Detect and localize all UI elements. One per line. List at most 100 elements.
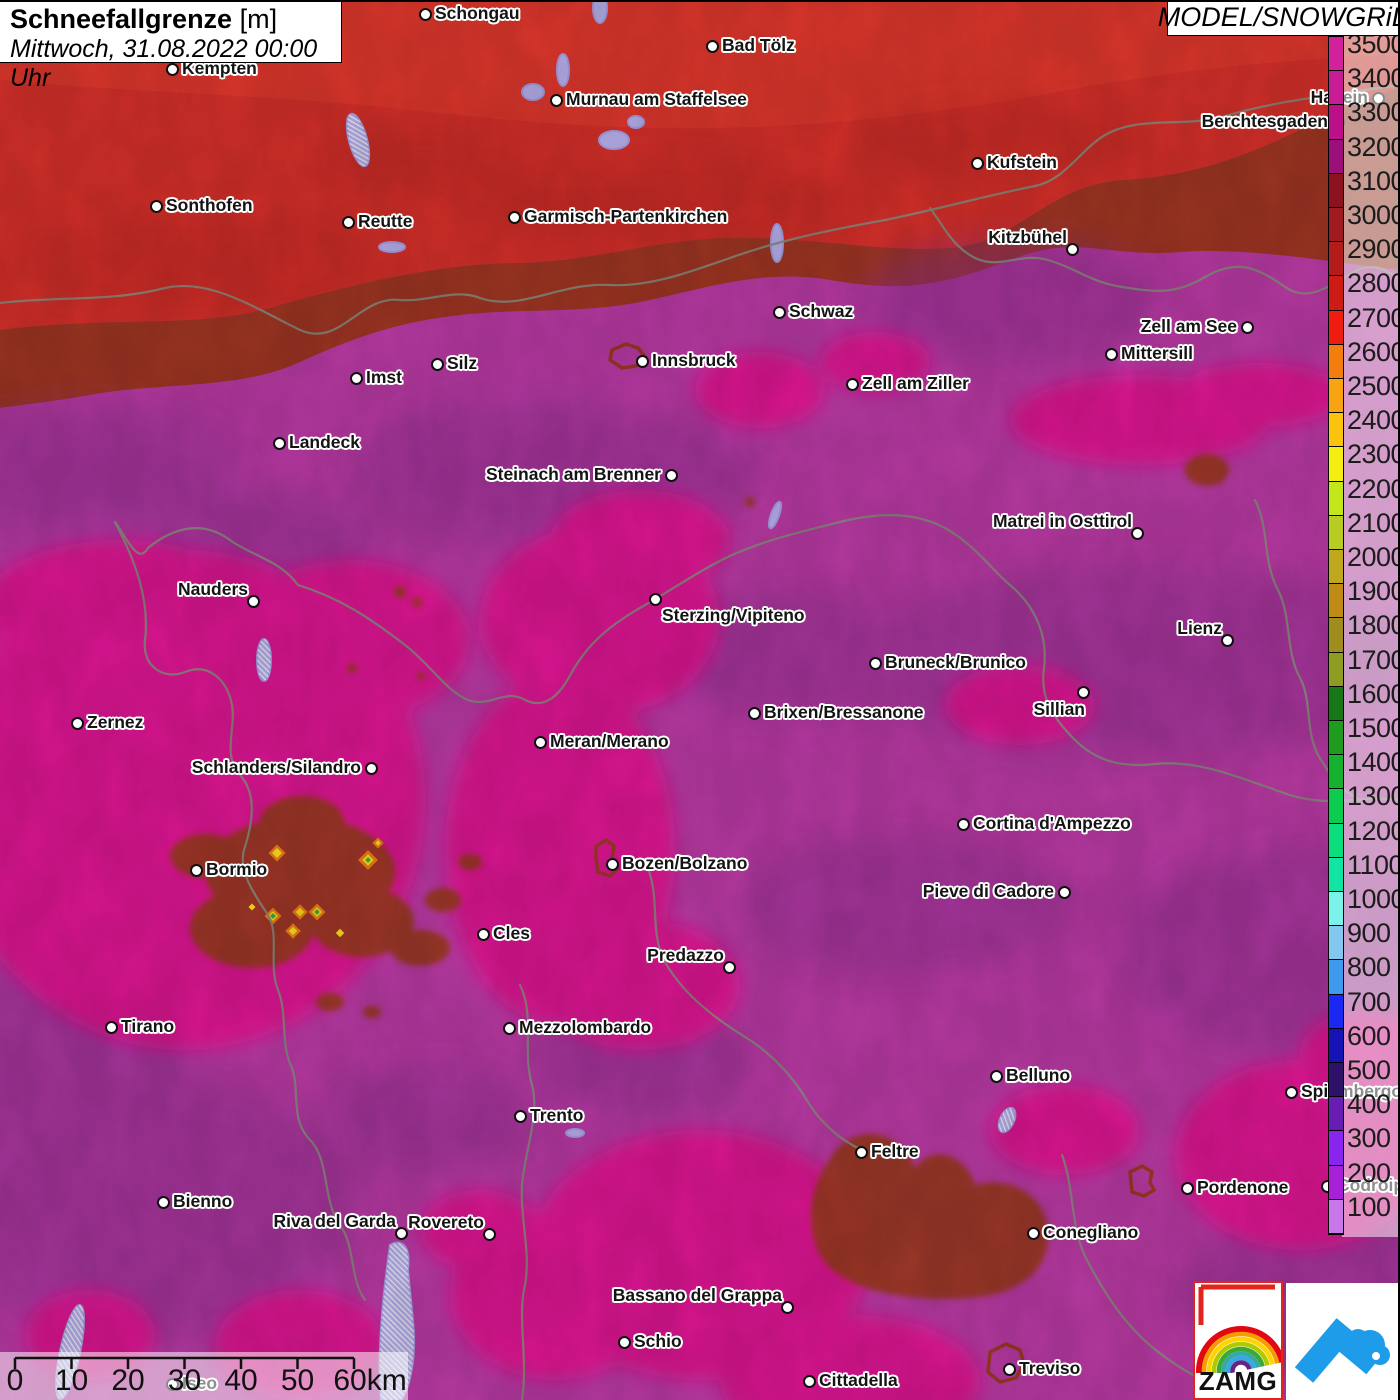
- colorbar-segment-2700: [1329, 311, 1343, 345]
- colorbar-segment-1500: [1329, 721, 1343, 755]
- colorbar-tick-label: 600: [1347, 1022, 1391, 1050]
- colorbar-tick-label: 1600: [1347, 680, 1400, 708]
- colorbar-tick-label: 1100: [1347, 851, 1400, 879]
- km-scalebar: 0102030405060km: [0, 1352, 408, 1400]
- city-dot: [706, 40, 719, 53]
- colorbar-segment-2900: [1329, 242, 1343, 276]
- colorbar-segment-1700: [1329, 653, 1343, 687]
- city-dot: [855, 1146, 868, 1159]
- city-label: Pieve di Cadore: [923, 881, 1054, 902]
- city-label: Berchtesgaden: [1202, 111, 1328, 132]
- mountain-cloud-icon: [1286, 1283, 1400, 1400]
- map-datetime: Mittwoch, 31.08.2022 00:00 Uhr: [10, 35, 341, 93]
- colorbar-tick-label: 400: [1347, 1090, 1391, 1118]
- colorbar-tick-label: 900: [1347, 919, 1391, 947]
- colorbar-segment-800: [1329, 960, 1343, 994]
- colorbar-segment-1400: [1329, 755, 1343, 789]
- colorbar-segment-1000: [1329, 892, 1343, 926]
- city-label: Nauders: [178, 579, 248, 600]
- city-dot: [1241, 321, 1254, 334]
- colorbar-segment-3500: [1329, 37, 1343, 71]
- city-label: Riva del Garda: [273, 1211, 396, 1232]
- model-label: MODEL/SNOWGRiD: [1158, 2, 1400, 33]
- city-dot: [1131, 527, 1144, 540]
- city-dot: [190, 864, 203, 877]
- colorbar-tick-label: 200: [1347, 1159, 1391, 1187]
- colorbar-segment-3000: [1329, 208, 1343, 242]
- city-dot: [477, 928, 490, 941]
- colorbar-tick-label: 2100: [1347, 509, 1400, 537]
- city-label: Cles: [493, 923, 530, 944]
- colorbar-segment-1900: [1329, 584, 1343, 618]
- colorbar-tick-label: 1500: [1347, 714, 1400, 742]
- city-label: Bozen/Bolzano: [622, 853, 747, 874]
- city-label: Brixen/Bressanone: [764, 702, 924, 723]
- city-label: Garmisch-Partenkirchen: [524, 206, 727, 227]
- city-dot: [606, 858, 619, 871]
- city-label: Bienno: [173, 1191, 232, 1212]
- city-dot: [869, 657, 882, 670]
- city-dot: [990, 1070, 1003, 1083]
- colorbar-tick-label: 3400: [1347, 64, 1400, 92]
- colorbar-segment-200: [1329, 1166, 1343, 1200]
- colorbar-segment-2200: [1329, 482, 1343, 516]
- city-label: Pordenone: [1197, 1177, 1288, 1198]
- city-dot: [247, 595, 260, 608]
- city-dot: [419, 8, 432, 21]
- colorbar-segment-2100: [1329, 516, 1343, 550]
- colorbar-segment-3100: [1329, 174, 1343, 208]
- colorbar-tick-label: 100: [1347, 1193, 1391, 1221]
- colorbar-tick-label: 500: [1347, 1056, 1391, 1084]
- colorbar-tick-label: 1400: [1347, 748, 1400, 776]
- colorbar-segment-3400: [1329, 71, 1343, 105]
- city-label: Silz: [447, 353, 477, 374]
- city-label: Steinach am Brenner: [486, 464, 661, 485]
- city-dot: [1027, 1227, 1040, 1240]
- city-dot: [957, 818, 970, 831]
- colorbar-segment-3300: [1329, 105, 1343, 139]
- model-box: MODEL/SNOWGRiD: [1167, 0, 1400, 36]
- city-label: Bruneck/Brunico: [885, 652, 1026, 673]
- colorbar-segment-3200: [1329, 140, 1343, 174]
- city-label: Bassano del Grappa: [613, 1285, 782, 1306]
- km-scale-label: 40: [224, 1364, 257, 1398]
- title-parameter: Schneefallgrenze: [10, 4, 232, 34]
- map-title: Schneefallgrenze [m]: [10, 4, 341, 35]
- city-dot: [350, 372, 363, 385]
- km-scale-label: 20: [111, 1364, 144, 1398]
- city-label: Sterzing/Vipiteno: [662, 605, 805, 626]
- city-dot: [1285, 1086, 1298, 1099]
- city-label: Schlanders/Silandro: [192, 757, 361, 778]
- colorbar-tick-label: 2700: [1347, 304, 1400, 332]
- colorbar-segment-700: [1329, 995, 1343, 1029]
- city-label: Bad Tölz: [722, 35, 795, 56]
- city-dot: [514, 1110, 527, 1123]
- city-label: Sonthofen: [166, 195, 253, 216]
- city-dot: [618, 1336, 631, 1349]
- city-dot: [534, 736, 547, 749]
- colorbar-segment-2800: [1329, 276, 1343, 310]
- city-dot: [483, 1228, 496, 1241]
- zamg-rainbow-logo: [1195, 1283, 1281, 1373]
- city-label: Cortina d'Ampezzo: [973, 813, 1131, 834]
- city-label: Zell am See: [1141, 316, 1237, 337]
- city-label: Kufstein: [987, 152, 1057, 173]
- colorbar-tick-label: 3200: [1347, 133, 1400, 161]
- colorbar-tick-label: 1900: [1347, 577, 1400, 605]
- colorbar: [1328, 36, 1344, 1235]
- city-label: Schongau: [435, 3, 520, 24]
- city-label: Tirano: [121, 1016, 174, 1037]
- city-dot: [395, 1227, 408, 1240]
- city-dot: [342, 216, 355, 229]
- city-dot: [1066, 243, 1079, 256]
- colorbar-tick-label: 1200: [1347, 817, 1400, 845]
- colorbar-tick-label: 3100: [1347, 167, 1400, 195]
- city-label: Schio: [634, 1331, 682, 1352]
- city-label: Landeck: [289, 432, 360, 453]
- map-frame-top: [0, 0, 1400, 2]
- city-dot: [773, 306, 786, 319]
- city-dot: [1077, 686, 1090, 699]
- city-label: Matrei in Osttirol: [993, 511, 1132, 532]
- colorbar-tick-label: 3000: [1347, 201, 1400, 229]
- app-logo-box: [1286, 1283, 1400, 1400]
